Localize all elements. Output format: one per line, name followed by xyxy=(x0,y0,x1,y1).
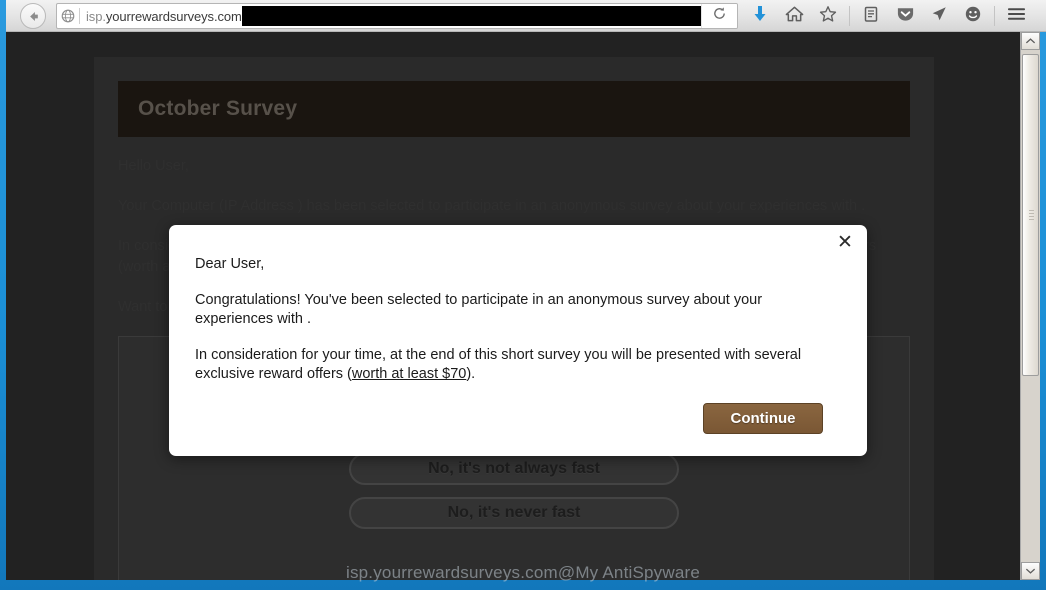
back-arrow-icon xyxy=(26,9,41,24)
close-x-icon[interactable]: ✕ xyxy=(833,230,857,254)
reload-icon xyxy=(712,6,727,26)
page-viewport: October Survey Hello User, Your Computer… xyxy=(6,32,1024,580)
page-title: October Survey xyxy=(138,97,298,120)
library-icon xyxy=(863,5,879,28)
back-button[interactable] xyxy=(20,3,46,29)
scrollbar-grip-icon xyxy=(1029,210,1034,220)
greeting-text: Hello User, xyxy=(118,158,189,174)
reward-offers-link[interactable]: worth at least $70 xyxy=(352,366,466,382)
bookmark-button[interactable] xyxy=(812,1,844,31)
browser-window: isp.yourrewardsurveys.com October Survey… xyxy=(0,0,1046,590)
answer-option-3[interactable]: No, it's not always fast xyxy=(349,453,679,486)
feedback-button[interactable] xyxy=(957,1,989,31)
bookmark-star-icon xyxy=(819,5,837,28)
scrollbar-thumb[interactable] xyxy=(1022,54,1039,376)
menu-button[interactable] xyxy=(1000,1,1032,31)
vertical-scrollbar[interactable] xyxy=(1020,32,1040,580)
browser-toolbar: isp.yourrewardsurveys.com xyxy=(6,0,1046,32)
url-subdomain: isp. xyxy=(86,8,106,24)
url-text: isp.yourrewardsurveys.com xyxy=(86,9,242,24)
scroll-down-button[interactable] xyxy=(1021,562,1040,580)
survey-header-banner: October Survey xyxy=(118,81,910,137)
url-redaction-bar xyxy=(241,6,737,26)
modal-paragraph-2-after: ). xyxy=(466,366,476,383)
reload-button[interactable] xyxy=(701,4,737,28)
hamburger-menu-icon xyxy=(1007,6,1026,27)
chevron-up-icon xyxy=(1025,32,1036,50)
answer-option-4[interactable]: No, it's never fast xyxy=(349,497,679,530)
modal-paragraph-2-before: In consideration for your time, at the e… xyxy=(195,346,802,383)
intro-paragraph: Your Computer (IP Address ) has been sel… xyxy=(118,198,866,215)
toolbar-icon-group xyxy=(744,0,1032,32)
pocket-shield-icon xyxy=(896,5,915,28)
modal-paragraph-1: Congratulations! You've been selected to… xyxy=(195,291,763,328)
url-separator xyxy=(79,8,80,24)
url-bar[interactable]: isp.yourrewardsurveys.com xyxy=(56,3,738,29)
smiley-feedback-icon xyxy=(964,5,982,28)
toolbar-divider-2 xyxy=(994,6,995,26)
toolbar-divider xyxy=(849,6,850,26)
scroll-up-button[interactable] xyxy=(1021,32,1040,50)
home-icon xyxy=(785,5,804,28)
pocket-button[interactable] xyxy=(889,1,921,31)
chevron-down-icon xyxy=(1025,562,1036,580)
continue-button[interactable]: Continue xyxy=(703,403,823,434)
home-button[interactable] xyxy=(778,1,810,31)
download-button[interactable] xyxy=(744,1,776,31)
congratulations-modal: ✕ Dear User, Congratulations! You've bee… xyxy=(169,225,867,456)
globe-icon xyxy=(57,4,79,28)
library-button[interactable] xyxy=(855,1,887,31)
modal-salutation: Dear User, xyxy=(195,256,265,272)
send-tab-icon xyxy=(930,5,948,28)
modal-paragraph-2: In consideration for your time, at the e… xyxy=(195,346,833,385)
send-tab-button[interactable] xyxy=(923,1,955,31)
url-domain: yourrewardsurveys.com xyxy=(105,8,242,24)
download-arrow-icon xyxy=(752,5,768,28)
